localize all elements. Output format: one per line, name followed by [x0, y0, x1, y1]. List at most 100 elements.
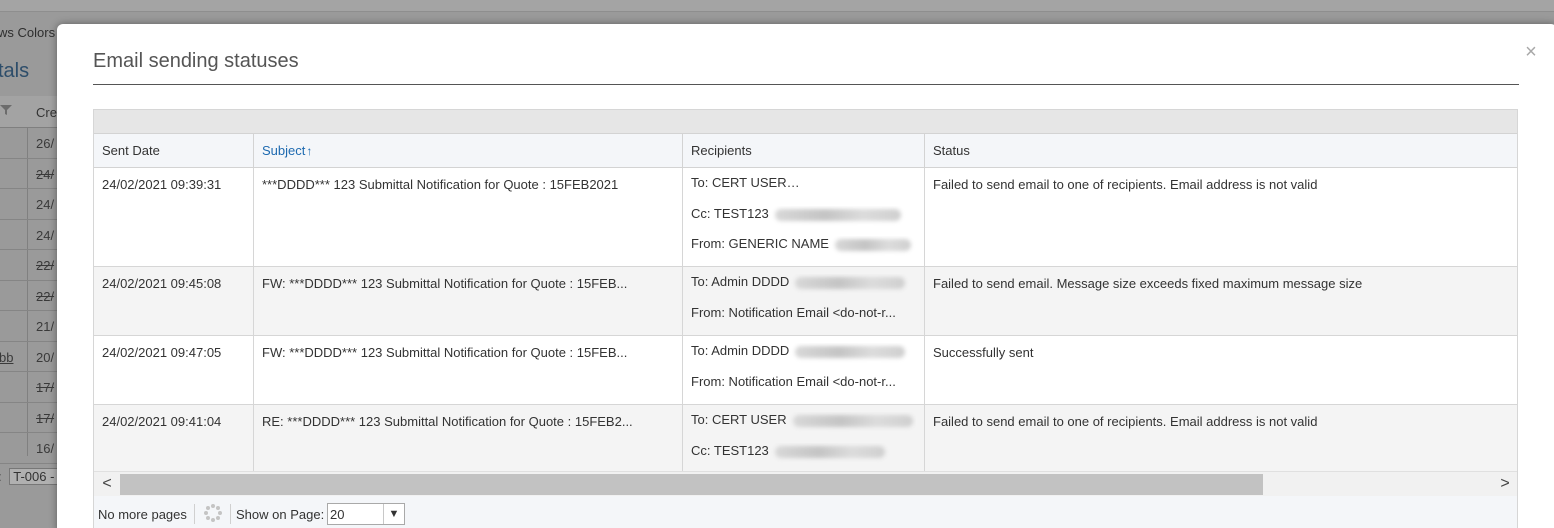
background-row: 22/: [0, 250, 60, 281]
background-row: 24/: [0, 159, 60, 189]
email-status-modal: Email sending statuses × Sent Date Subjec…: [57, 24, 1554, 528]
column-header-label: Sent Date: [102, 143, 160, 158]
background-cell: 22/: [36, 288, 55, 304]
background-grid-header: Cre: [0, 96, 60, 128]
page-size-value: 20: [330, 507, 345, 522]
horizontal-scrollbar[interactable]: < >: [94, 471, 1517, 496]
recipient-text: To: CERT USER: [691, 175, 787, 190]
recipient-text: From: Notification Email <do-not-r...: [691, 305, 896, 320]
modal-title: Email sending statuses: [93, 50, 299, 72]
recipient-text: Cc: TEST123: [691, 206, 769, 221]
background-cell: 17/: [36, 380, 55, 395]
background-row: 16/: [0, 433, 60, 464]
redacted-email: [792, 177, 916, 190]
page-size-select[interactable]: 20 ▼: [327, 503, 405, 525]
status-cell: Failed to send email to one of recipient…: [933, 177, 1318, 192]
recipients-cell: To: Admin DDDD From: Notification Email <…: [683, 267, 925, 335]
recipients-cell: To: Admin DDDD From: Notification Email <…: [683, 336, 925, 404]
background-footer-value: T-006 -: [9, 468, 59, 485]
table-row[interactable]: 24/02/2021 09:47:05 FW: ***DDDD*** 123 Su…: [94, 336, 1517, 405]
redacted-email: [774, 208, 901, 221]
recipient-line: To: CERT USER: [691, 175, 916, 206]
background-row: 26/: [0, 128, 60, 159]
background-grid: Cre 26/24/24/24/22/22/21/20/bb 17/17/16/: [0, 96, 60, 464]
recipient-text: To: Admin DDDD: [691, 274, 790, 289]
background-title-fragment: tals: [0, 60, 30, 82]
column-header-subject[interactable]: Subject↑: [254, 134, 683, 168]
filter-icon: [0, 104, 14, 118]
background-cell: 16/: [36, 441, 55, 456]
recipient-line: From: Notification Email <do-not-r...: [691, 305, 916, 335]
scroll-left-icon[interactable]: <: [98, 475, 116, 493]
column-header-label: Recipients: [691, 143, 752, 158]
refresh-icon[interactable]: [202, 503, 224, 525]
background-cell: 24/: [36, 197, 55, 212]
background-cell: 22/: [36, 258, 55, 273]
background-row: 24/: [0, 189, 60, 220]
pager-separator: [194, 504, 195, 524]
recipient-line: To: Admin DDDD: [691, 274, 916, 305]
recipients-cell: To: CERT USER Cc: TEST123 From: GENERIC NA…: [683, 168, 925, 266]
sent-date-cell: 24/02/2021 09:47:05: [94, 336, 254, 404]
column-header-recipients[interactable]: Recipients: [683, 134, 925, 168]
background-row: 22/: [0, 281, 60, 311]
background-cell: 26/: [36, 136, 55, 151]
recipient-text: From: Notification Email <do-not-r...: [691, 374, 896, 389]
pager-separator: [230, 504, 231, 524]
subject-cell: ***DDDD*** 123 Submittal Notification fo…: [254, 168, 683, 266]
background-cell: 17/: [36, 410, 55, 426]
table-row[interactable]: 24/02/2021 09:39:31 ***DDDD*** 123 Submit…: [94, 168, 1517, 267]
background-row: 24/: [0, 220, 60, 250]
grid-pager: No more pages Show on Page: 20 ▼: [93, 496, 1518, 528]
background-cell: 24/: [36, 166, 55, 182]
recipient-line: From: Notification Email <do-not-r...: [691, 374, 916, 404]
title-divider: [93, 84, 1519, 85]
background-row: 17/: [0, 403, 60, 433]
background-link: bb: [0, 349, 14, 365]
background-row: 21/: [0, 311, 60, 342]
status-cell: Failed to send email. Message size excee…: [933, 276, 1363, 291]
recipient-text: From: GENERIC NAME: [691, 236, 829, 251]
recipient-text: Cc: TEST123: [691, 443, 769, 458]
column-header-label: Status: [933, 143, 970, 158]
redacted-email: [834, 238, 911, 251]
redacted-email: [795, 276, 906, 289]
background-row: 17/: [0, 372, 60, 403]
redacted-email: [795, 345, 906, 358]
background-topbar: [0, 0, 1554, 12]
background-cell: 20/: [36, 349, 55, 365]
sort-ascending-icon[interactable]: ↑: [306, 144, 312, 158]
recipient-line: To: CERT USER: [691, 412, 916, 443]
column-header-sent-date[interactable]: Sent Date: [94, 134, 254, 168]
recipient-text: To: CERT USER: [691, 412, 787, 427]
background-column-header: Cre: [36, 105, 57, 120]
column-header-status[interactable]: Status: [925, 134, 1517, 168]
background-cell: 24/: [36, 227, 55, 243]
recipient-line: From: GENERIC NAME: [691, 236, 916, 266]
recipient-line: Cc: TEST123: [691, 443, 916, 473]
column-header-label: Subject: [262, 143, 306, 158]
sent-date-cell: 24/02/2021 09:39:31: [94, 168, 254, 266]
recipient-text: To: Admin DDDD: [691, 343, 790, 358]
background-row: 20/bb: [0, 342, 60, 372]
redacted-email: [792, 414, 913, 427]
status-cell: Successfully sent: [933, 345, 1034, 360]
group-by-bar: [94, 110, 1517, 134]
subject-cell: FW: ***DDDD*** 123 Submittal Notificatio…: [254, 336, 683, 404]
background-menu-fragment: ws Colors: [0, 25, 56, 40]
email-status-grid: Sent Date Subject↑ Recipients Status 24/02/…: [93, 109, 1518, 509]
chevron-down-icon[interactable]: ▼: [383, 504, 404, 524]
close-icon[interactable]: ×: [1523, 42, 1539, 62]
grid-header: Sent Date Subject↑ Recipients Status: [94, 134, 1517, 168]
sent-date-cell: 24/02/2021 09:45:08: [94, 267, 254, 335]
no-more-pages-label: No more pages: [98, 507, 187, 522]
redacted-email: [774, 445, 885, 458]
subject-cell: FW: ***DDDD*** 123 Submittal Notificatio…: [254, 267, 683, 335]
table-row[interactable]: 24/02/2021 09:45:08 FW: ***DDDD*** 123 Su…: [94, 267, 1517, 336]
scroll-right-icon[interactable]: >: [1496, 475, 1514, 493]
background-footer: : T-006 -: [0, 468, 59, 485]
background-cell: 21/: [36, 319, 55, 334]
background-footer-label: :: [0, 469, 2, 484]
grid-body: 24/02/2021 09:39:31 ***DDDD*** 123 Submit…: [94, 168, 1517, 504]
scrollbar-thumb[interactable]: [120, 474, 1263, 495]
